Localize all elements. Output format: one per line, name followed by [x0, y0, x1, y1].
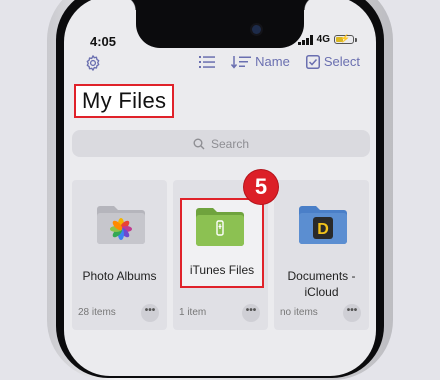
file-name: Photo Albums — [82, 269, 157, 283]
more-options-button[interactable]: ••• — [242, 304, 260, 322]
file-count: 28 items — [78, 307, 116, 318]
status-time: 4:05 — [90, 34, 117, 49]
network-type: 4G — [316, 34, 330, 45]
signal-icon — [298, 34, 313, 45]
file-name: iTunes Files — [189, 263, 255, 277]
file-count: no items — [280, 307, 318, 318]
search-bar[interactable]: Search — [72, 130, 370, 157]
sort-label: Name — [255, 54, 290, 69]
page-title: My Files — [82, 88, 167, 113]
step-number-badge: 5 — [244, 170, 278, 204]
settings-gear-icon[interactable] — [84, 54, 102, 72]
notch — [122, 0, 318, 48]
file-card-photo-albums[interactable]: Photo Albums 28 items ••• — [72, 180, 167, 330]
more-options-button[interactable]: ••• — [343, 304, 361, 322]
file-name: Documents - iCloud — [287, 269, 356, 299]
more-options-button[interactable]: ••• — [141, 304, 159, 322]
documents-folder-icon: D — [299, 206, 347, 244]
search-icon — [193, 138, 205, 149]
file-count: 1 item — [179, 307, 207, 318]
svg-text:D: D — [317, 221, 329, 238]
itunes-files-highlight-box[interactable]: iTunes Files — [180, 198, 264, 288]
toolbar: Name Select — [64, 54, 376, 72]
select-label: Select — [323, 54, 360, 69]
select-button[interactable]: Select — [305, 54, 360, 69]
list-view-icon[interactable] — [199, 55, 216, 69]
battery-icon: ⚡ — [334, 34, 357, 44]
status-indicators: 4G ⚡ — [298, 34, 357, 45]
front-camera — [252, 25, 261, 34]
itunes-folder-icon — [196, 208, 244, 246]
photos-folder-icon — [97, 206, 145, 244]
checkbox-icon — [305, 54, 320, 69]
title-highlight-box: My Files — [74, 84, 175, 118]
search-placeholder: Search — [210, 136, 250, 151]
file-card-documents-icloud[interactable]: D Documents - iCloud no items ••• — [274, 180, 369, 330]
sort-button[interactable]: Name — [231, 54, 290, 69]
sort-icon — [231, 55, 252, 69]
